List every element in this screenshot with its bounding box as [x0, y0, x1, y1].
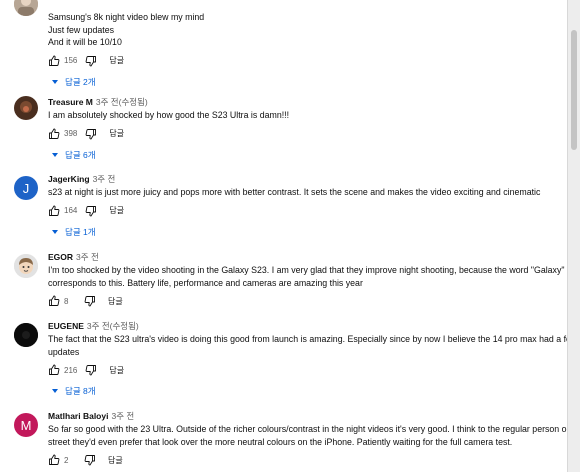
- avatar-initial: J: [22, 180, 30, 196]
- author-name[interactable]: Treasure M: [48, 97, 93, 107]
- comment-text: I am absolutely shocked by how good the …: [48, 110, 290, 120]
- comment-header: JagerKing 3주 전: [48, 173, 561, 185]
- comment-text: So far so good with the 23 Ultra. Outsid…: [48, 424, 580, 447]
- author-name[interactable]: JagerKing: [48, 174, 90, 184]
- chevron-down-icon: [52, 389, 58, 394]
- comment-actions: 398 답글: [48, 127, 561, 141]
- thumbs-down-icon[interactable]: [85, 55, 97, 67]
- avatar[interactable]: M: [14, 413, 38, 437]
- thumbs-down-icon[interactable]: [84, 295, 96, 307]
- thumbs-up-icon[interactable]: [48, 364, 60, 376]
- reply-button[interactable]: 답글: [109, 55, 124, 66]
- comment-header: Treasure M 3주 전(수정됨): [48, 96, 561, 108]
- comment-text: I'm too shocked by the video shooting in…: [48, 265, 565, 288]
- thumbs-up-icon[interactable]: [48, 454, 60, 466]
- reply-button[interactable]: 답글: [108, 455, 123, 466]
- comment-header: EUGENE 3주 전(수정됨): [48, 320, 561, 332]
- comment-actions: 8 답글: [48, 294, 561, 308]
- avatar-photo-icon: [14, 96, 38, 120]
- thumbs-up-icon[interactable]: [48, 55, 60, 67]
- author-name[interactable]: EGOR: [48, 252, 73, 262]
- comment-actions: 164 답글: [48, 204, 561, 218]
- timestamp[interactable]: 3주 전(수정됨): [96, 97, 148, 107]
- avatar[interactable]: [14, 0, 38, 16]
- avatar-photo-icon: [14, 0, 38, 16]
- avatar[interactable]: [14, 254, 38, 278]
- timestamp[interactable]: 3주 전: [93, 174, 116, 184]
- timestamp[interactable]: 3주 전: [76, 252, 99, 262]
- avatar-initial: M: [20, 417, 32, 433]
- chevron-down-icon: [52, 79, 58, 84]
- scrollbar[interactable]: [567, 0, 580, 472]
- comment-header: EGOR 3주 전: [48, 251, 561, 263]
- comment-header: Matlhari Baloyi 3주 전: [48, 410, 561, 422]
- thumbs-up-icon[interactable]: [48, 205, 60, 217]
- avatar-face-icon: [14, 254, 38, 278]
- comment-actions: 156 답글: [48, 54, 561, 68]
- comment-text: The fact that the S23 ultra's video is d…: [48, 334, 578, 357]
- timestamp[interactable]: 3주 전: [111, 411, 134, 421]
- avatar-photo-icon: [14, 323, 38, 347]
- avatar[interactable]: [14, 323, 38, 347]
- timestamp[interactable]: 3주 전(수정됨): [87, 321, 139, 331]
- avatar[interactable]: [14, 96, 38, 120]
- thumbs-down-icon[interactable]: [85, 205, 97, 217]
- thumbs-down-icon[interactable]: [85, 128, 97, 140]
- comment-actions: 2 답글: [48, 453, 561, 467]
- like-count: 398: [64, 129, 78, 139]
- avatar[interactable]: J: [14, 176, 38, 200]
- like-count: 216: [64, 365, 78, 375]
- like-count: 2: [64, 455, 69, 465]
- like-count: 8: [64, 296, 69, 306]
- comment-text: Samsung's 8k night video blew my mind Ju…: [48, 12, 205, 48]
- chevron-down-icon: [52, 152, 58, 157]
- view-replies-button[interactable]: 답글 6개: [52, 149, 561, 161]
- thumbs-down-icon[interactable]: [85, 364, 97, 376]
- reply-button[interactable]: 답글: [109, 365, 124, 376]
- author-name[interactable]: Matlhari Baloyi: [48, 411, 108, 421]
- view-replies-button[interactable]: 답글 1개: [52, 226, 561, 238]
- like-count: 164: [64, 206, 78, 216]
- view-replies-button[interactable]: 답글 2개: [52, 76, 561, 88]
- reply-button[interactable]: 답글: [108, 296, 123, 307]
- scrollbar-thumb[interactable]: [571, 30, 577, 150]
- reply-button[interactable]: 답글: [109, 205, 124, 216]
- thumbs-up-icon[interactable]: [48, 295, 60, 307]
- comment-actions: 216 답글: [48, 363, 561, 377]
- thumbs-down-icon[interactable]: [84, 454, 96, 466]
- author-name[interactable]: EUGENE: [48, 321, 84, 331]
- comment-text: s23 at night is just more juicy and pops…: [48, 187, 541, 197]
- like-count: 156: [64, 56, 78, 66]
- thumbs-up-icon[interactable]: [48, 128, 60, 140]
- chevron-down-icon: [52, 229, 58, 234]
- view-replies-button[interactable]: 답글 8개: [52, 385, 561, 397]
- reply-button[interactable]: 답글: [109, 128, 124, 139]
- comments-panel: Samsung's 8k night video blew my mind Ju…: [0, 0, 580, 472]
